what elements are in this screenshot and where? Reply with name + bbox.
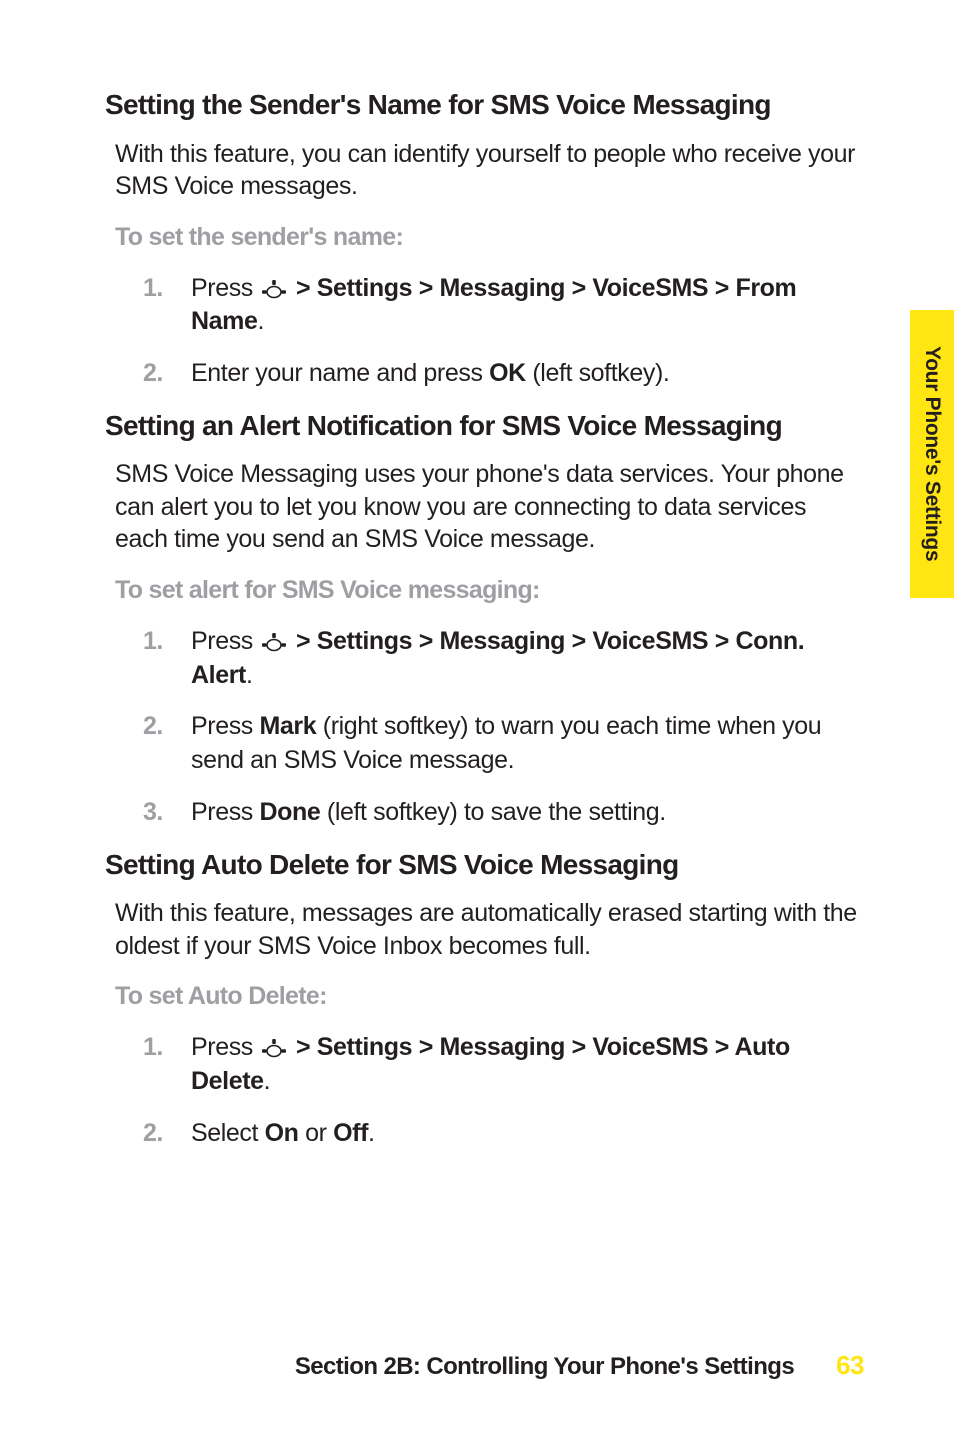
step-text: Press bbox=[191, 712, 259, 740]
nav-key-icon bbox=[261, 1038, 287, 1058]
page-number: 63 bbox=[836, 1350, 864, 1381]
step-number: 2. bbox=[143, 710, 163, 744]
page-content: Setting the Sender's Name for SMS Voice … bbox=[0, 0, 954, 1431]
page-footer: Section 2B: Controlling Your Phone's Set… bbox=[0, 1350, 954, 1381]
steps-alert-notification: 1. Press > Settings > Messaging > VoiceS… bbox=[143, 625, 864, 830]
subheading-alert-notification: To set alert for SMS Voice messaging: bbox=[115, 576, 864, 605]
steps-auto-delete: 1. Press > Settings > Messaging > VoiceS… bbox=[143, 1031, 864, 1150]
body-alert-notification: SMS Voice Messaging uses your phone's da… bbox=[115, 458, 864, 556]
step-text: or bbox=[299, 1119, 334, 1147]
subheading-auto-delete: To set Auto Delete: bbox=[115, 982, 864, 1011]
footer-section-title: Section 2B: Controlling Your Phone's Set… bbox=[295, 1353, 794, 1381]
step-text-bold: OK bbox=[489, 359, 526, 387]
step-text-bold: Done bbox=[259, 798, 320, 826]
nav-key-icon bbox=[261, 279, 287, 299]
step-text-post: . bbox=[246, 661, 253, 689]
step-number: 2. bbox=[143, 357, 163, 391]
step-text: (left softkey). bbox=[526, 359, 670, 387]
step-1: 1. Press > Settings > Messaging > VoiceS… bbox=[143, 1031, 864, 1099]
step-text-post: . bbox=[264, 1067, 271, 1095]
step-3: 3. Press Done (left softkey) to save the… bbox=[143, 796, 864, 830]
step-text-pre: Press bbox=[191, 274, 259, 302]
steps-sender-name: 1. Press > Settings > Messaging > VoiceS… bbox=[143, 272, 864, 391]
step-number: 1. bbox=[143, 272, 163, 306]
step-number: 1. bbox=[143, 625, 163, 659]
step-text: (left softkey) to save the setting. bbox=[320, 798, 666, 826]
step-number: 2. bbox=[143, 1117, 163, 1151]
step-2: 2. Select On or Off. bbox=[143, 1117, 864, 1151]
step-text: Enter your name and press bbox=[191, 359, 489, 387]
step-number: 3. bbox=[143, 796, 163, 830]
step-2: 2. Press Mark (right softkey) to warn yo… bbox=[143, 710, 864, 778]
step-text-bold: On bbox=[265, 1119, 299, 1147]
step-text-bold: Off bbox=[333, 1119, 368, 1147]
step-text: Press bbox=[191, 798, 259, 826]
step-text-post: . bbox=[258, 307, 265, 335]
step-text: . bbox=[368, 1119, 375, 1147]
step-number: 1. bbox=[143, 1031, 163, 1065]
subheading-sender-name: To set the sender's name: bbox=[115, 223, 864, 252]
heading-sender-name: Setting the Sender's Name for SMS Voice … bbox=[105, 88, 864, 122]
step-text-pre: Press bbox=[191, 1033, 259, 1061]
body-sender-name: With this feature, you can identify your… bbox=[115, 138, 864, 203]
nav-key-icon bbox=[261, 632, 287, 652]
step-1: 1. Press > Settings > Messaging > VoiceS… bbox=[143, 272, 864, 340]
step-2: 2. Enter your name and press OK (left so… bbox=[143, 357, 864, 391]
step-text: Select bbox=[191, 1119, 265, 1147]
heading-auto-delete: Setting Auto Delete for SMS Voice Messag… bbox=[105, 848, 864, 882]
step-text-pre: Press bbox=[191, 627, 259, 655]
body-auto-delete: With this feature, messages are automati… bbox=[115, 897, 864, 962]
heading-alert-notification: Setting an Alert Notification for SMS Vo… bbox=[105, 409, 864, 443]
step-1: 1. Press > Settings > Messaging > VoiceS… bbox=[143, 625, 864, 693]
step-text-bold: Mark bbox=[259, 712, 316, 740]
